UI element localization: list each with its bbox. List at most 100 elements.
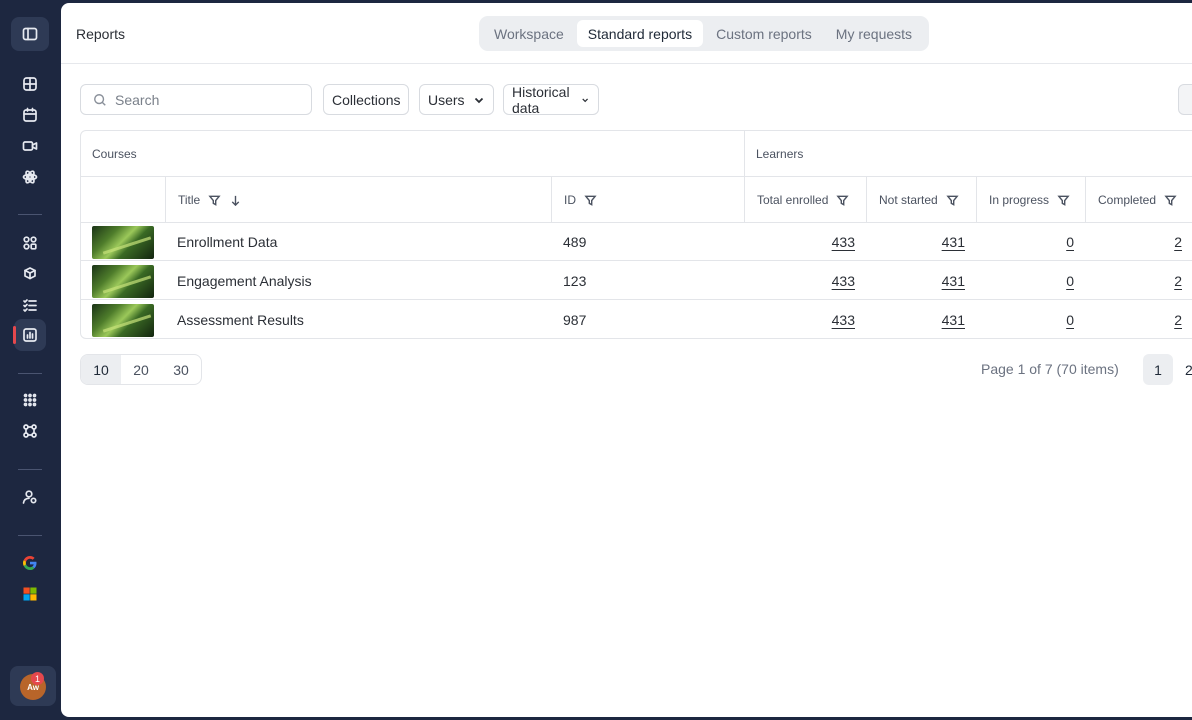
page-title: Reports bbox=[76, 26, 126, 42]
tab-standard-reports[interactable]: Standard reports bbox=[576, 20, 704, 47]
atom-icon bbox=[22, 170, 38, 184]
historical-data-dropdown[interactable]: Historical data bbox=[503, 83, 599, 116]
course-thumbnail bbox=[92, 304, 154, 337]
header-completed: Completed bbox=[1085, 177, 1192, 223]
collections-filter-button[interactable]: Collections bbox=[323, 84, 410, 115]
sidebar-item-dashboard[interactable] bbox=[14, 68, 46, 100]
sidebar-item-reports[interactable] bbox=[13, 319, 46, 351]
sidebar-toggle-button[interactable] bbox=[11, 17, 49, 51]
page-button-1[interactable]: 1 bbox=[1143, 354, 1173, 385]
sidebar-item-microsoft[interactable] bbox=[14, 578, 46, 610]
header-total-enrolled-label: Total enrolled bbox=[757, 193, 829, 207]
total-enrolled-link[interactable]: 433 bbox=[744, 301, 855, 338]
page-size-30[interactable]: 30 bbox=[161, 355, 201, 384]
sidebar-item-apps[interactable] bbox=[14, 384, 46, 416]
sidebar-item-calendar[interactable] bbox=[14, 99, 46, 131]
sidebar-item-video[interactable] bbox=[14, 130, 46, 162]
not-started-link[interactable]: 431 bbox=[866, 223, 965, 261]
tab-my-requests[interactable]: My requests bbox=[825, 20, 923, 47]
course-id: 123 bbox=[563, 273, 587, 289]
users-filter-dropdown[interactable]: Users bbox=[419, 84, 494, 115]
filter-icon[interactable] bbox=[946, 194, 959, 207]
completed-link[interactable]: 2 bbox=[1085, 301, 1182, 338]
filter-icon[interactable] bbox=[836, 194, 850, 207]
filter-icon[interactable] bbox=[584, 194, 597, 207]
report-table: Courses Learners Title ID Total enrolled bbox=[80, 130, 1192, 339]
sidebar-item-google[interactable] bbox=[14, 547, 46, 579]
header-completed-label: Completed bbox=[1098, 193, 1157, 207]
completed-link[interactable]: 2 bbox=[1085, 223, 1182, 261]
filter-icon[interactable] bbox=[1164, 194, 1177, 207]
microsoft-icon bbox=[23, 587, 37, 601]
header-total-enrolled: Total enrolled bbox=[744, 177, 866, 223]
sort-down-icon[interactable] bbox=[229, 194, 242, 207]
course-thumbnail bbox=[92, 226, 154, 259]
sidebar-item-tasks[interactable] bbox=[14, 289, 46, 321]
completed-link[interactable]: 2 bbox=[1085, 262, 1182, 300]
header-id-label: ID bbox=[564, 193, 576, 207]
search-icon bbox=[94, 93, 106, 106]
header-in-progress-label: In progress bbox=[989, 193, 1050, 207]
not-started-link[interactable]: 431 bbox=[866, 301, 965, 338]
users-filter-label: Users bbox=[428, 91, 465, 108]
page-size-20[interactable]: 20 bbox=[121, 355, 161, 384]
tab-workspace[interactable]: Workspace bbox=[483, 20, 575, 47]
sidebar-divider bbox=[18, 535, 42, 536]
course-title: Engagement Analysis bbox=[177, 273, 312, 289]
calendar-icon bbox=[23, 107, 37, 122]
header-thumbnail bbox=[81, 177, 165, 223]
chevron-down-icon bbox=[474, 97, 483, 103]
dashboard-icon bbox=[23, 77, 37, 91]
filter-icon[interactable] bbox=[208, 194, 221, 207]
sidebar-item-components[interactable] bbox=[14, 227, 46, 259]
search-input[interactable] bbox=[115, 91, 295, 108]
sidebar-item-ai[interactable] bbox=[14, 161, 46, 193]
page-size-10[interactable]: 10 bbox=[81, 355, 121, 384]
report-tabs: Workspace Standard reports Custom report… bbox=[479, 16, 930, 51]
chevron-down-icon bbox=[582, 98, 589, 102]
nodes-icon bbox=[23, 424, 37, 438]
header-title-label: Title bbox=[178, 193, 201, 207]
tab-custom-reports[interactable]: Custom reports bbox=[705, 20, 823, 47]
video-icon bbox=[22, 141, 38, 151]
notification-badge: 1 bbox=[31, 672, 44, 685]
page-button-2[interactable]: 2 bbox=[1175, 354, 1192, 385]
historical-data-label: Historical data bbox=[512, 83, 570, 116]
in-progress-link[interactable]: 0 bbox=[976, 262, 1074, 300]
table-row[interactable]: Enrollment Data 489 433 431 0 2 bbox=[81, 223, 1192, 261]
sidebar-item-users[interactable] bbox=[14, 481, 46, 513]
group-header-learners: Learners bbox=[744, 131, 1192, 177]
top-bar: Reports Workspace Standard reports Custo… bbox=[61, 3, 1192, 64]
user-settings-icon bbox=[22, 490, 37, 504]
sidebar-item-courses[interactable] bbox=[14, 258, 46, 290]
filter-icon[interactable] bbox=[1057, 194, 1070, 207]
main-panel: Reports Workspace Standard reports Custo… bbox=[61, 3, 1192, 717]
in-progress-link[interactable]: 0 bbox=[976, 301, 1074, 338]
bar-chart-icon bbox=[23, 328, 37, 342]
in-progress-link[interactable]: 0 bbox=[976, 223, 1074, 261]
header-id: ID bbox=[551, 177, 744, 223]
header-not-started: Not started bbox=[866, 177, 976, 223]
toolbar-action-button[interactable] bbox=[1178, 84, 1192, 115]
sidebar-item-integrations[interactable] bbox=[14, 415, 46, 447]
cubes-icon bbox=[24, 267, 36, 280]
total-enrolled-link[interactable]: 433 bbox=[744, 223, 855, 261]
search-box bbox=[80, 84, 312, 115]
table-row[interactable]: Engagement Analysis 123 433 431 0 2 bbox=[81, 262, 1192, 300]
course-title: Assessment Results bbox=[177, 312, 304, 328]
app: Aw 1 Reports Workspace Standard reports … bbox=[0, 0, 1192, 720]
collections-filter-label: Collections bbox=[332, 91, 401, 108]
total-enrolled-link[interactable]: 433 bbox=[744, 262, 855, 300]
course-id: 489 bbox=[563, 234, 587, 250]
header-title: Title bbox=[165, 177, 551, 223]
table-row[interactable]: Assessment Results 987 433 431 0 2 bbox=[81, 301, 1192, 338]
google-icon bbox=[23, 556, 37, 570]
course-title: Enrollment Data bbox=[177, 234, 278, 250]
not-started-link[interactable]: 431 bbox=[866, 262, 965, 300]
course-thumbnail bbox=[92, 265, 154, 298]
header-in-progress: In progress bbox=[976, 177, 1085, 223]
page-size-selector: 10 20 30 bbox=[80, 354, 202, 385]
header-not-started-label: Not started bbox=[879, 193, 938, 207]
grid-dots-icon bbox=[23, 393, 37, 407]
sidebar-divider bbox=[18, 373, 42, 374]
